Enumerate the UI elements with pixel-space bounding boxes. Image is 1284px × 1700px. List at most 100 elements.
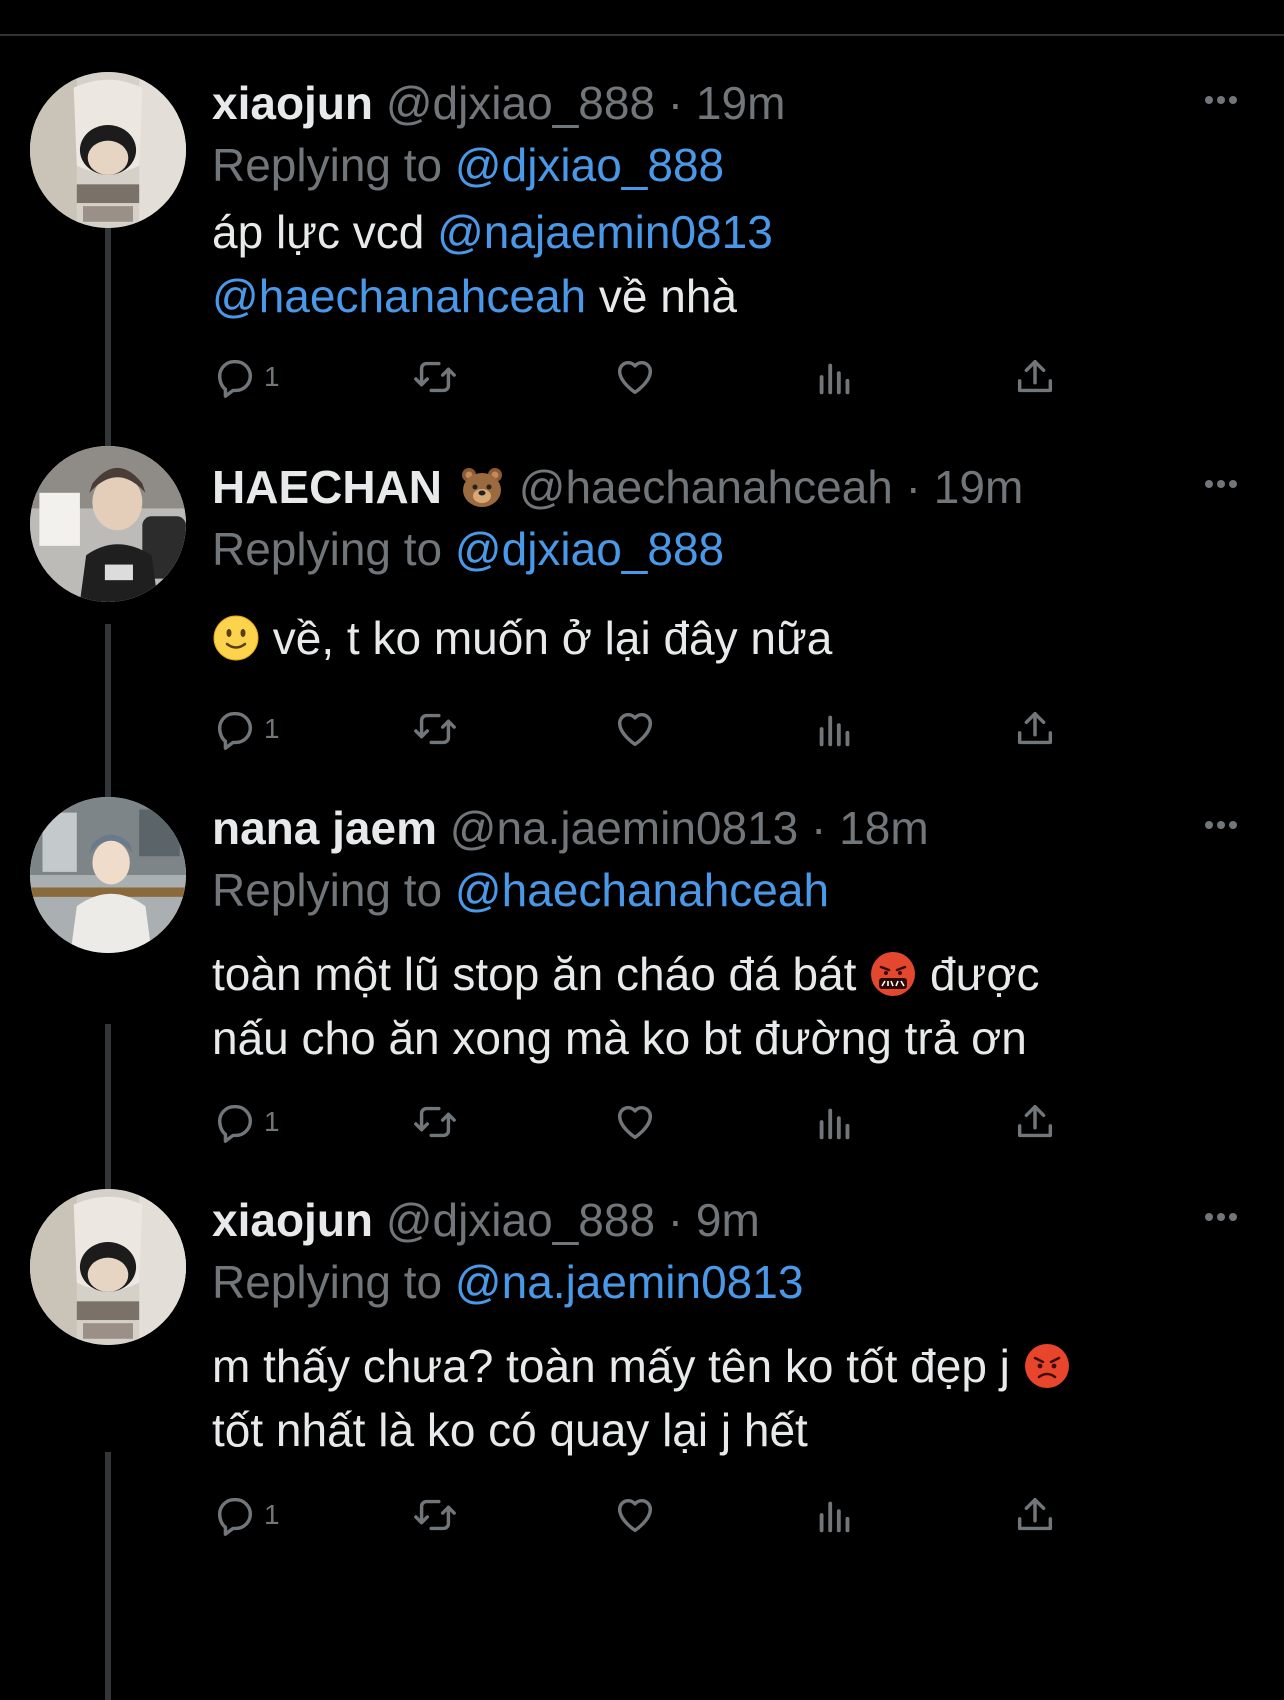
views-icon	[812, 1099, 858, 1145]
views-icon	[812, 354, 858, 400]
text-segment: được	[917, 948, 1040, 1000]
like-button[interactable]	[612, 347, 658, 407]
thread-line	[105, 1452, 111, 1700]
replying-to: Replying to @djxiao_888	[212, 518, 724, 580]
like-button[interactable]	[612, 699, 658, 759]
more-icon[interactable]	[1196, 1197, 1246, 1237]
share-icon	[1012, 1099, 1058, 1145]
views-button[interactable]	[812, 1092, 858, 1152]
retweet-icon	[412, 706, 458, 752]
display-name[interactable]: HAECHAN	[212, 461, 442, 513]
replying-to-label: Replying to	[212, 139, 443, 191]
more-icon[interactable]	[1196, 805, 1246, 845]
retweet-button[interactable]	[412, 1092, 458, 1152]
reply-icon	[212, 1099, 258, 1145]
tweet-text-line: @haechanahceah về nhà	[212, 264, 773, 328]
text-segment: tốt nhất là ko có quay lại j hết	[212, 1404, 808, 1456]
mention-link[interactable]: @haechanahceah	[212, 270, 586, 322]
reply-icon	[212, 706, 258, 752]
action-bar: 1	[212, 1092, 1132, 1152]
tweet-header: xiaojun @djxiao_888 · 9m	[212, 1189, 760, 1251]
share-button[interactable]	[1012, 347, 1058, 407]
avatar[interactable]	[30, 1189, 186, 1345]
views-button[interactable]	[812, 347, 858, 407]
text-segment: toàn một lũ stop ăn cháo đá bát	[212, 948, 870, 1000]
text-segment: về nhà	[586, 270, 738, 322]
more-icon[interactable]	[1196, 80, 1246, 120]
display-name[interactable]: xiaojun	[212, 77, 373, 129]
like-button[interactable]	[612, 1092, 658, 1152]
replying-to-mention[interactable]: @djxiao_888	[455, 139, 724, 191]
views-button[interactable]	[812, 699, 858, 759]
action-bar: 1	[212, 1485, 1132, 1545]
tweet-text-line: áp lực vcd @najaemin0813	[212, 200, 773, 264]
reply-count: 1	[264, 713, 280, 744]
bear-face-emoji	[458, 463, 506, 511]
retweet-icon	[412, 1099, 458, 1145]
separator-dot: ·	[655, 1194, 696, 1246]
retweet-icon	[412, 1492, 458, 1538]
display-name[interactable]: xiaojun	[212, 1194, 373, 1246]
tweet-header: nana jaem @na.jaemin0813 · 18m	[212, 797, 929, 859]
like-icon	[612, 354, 658, 400]
tweet-text: m thấy chưa? toàn mấy tên ko tốt đẹp j t…	[212, 1334, 1071, 1462]
reply-count: 1	[264, 361, 280, 392]
face-with-symbols-emoji	[869, 950, 917, 998]
timestamp[interactable]: 18m	[839, 802, 928, 854]
reply-button[interactable]: 1	[212, 347, 280, 407]
text-segment: nấu cho ăn xong mà ko bt đường trả ơn	[212, 1012, 1027, 1064]
separator-dot: ·	[798, 802, 840, 854]
retweet-button[interactable]	[412, 699, 458, 759]
top-divider	[0, 34, 1284, 36]
slightly-smiling-face-emoji	[212, 614, 260, 662]
replying-to: Replying to @na.jaemin0813	[212, 1251, 803, 1313]
tweet-text-line: nấu cho ăn xong mà ko bt đường trả ơn	[212, 1006, 1040, 1070]
reply-button[interactable]: 1	[212, 1485, 280, 1545]
tweet-text-line: m thấy chưa? toàn mấy tên ko tốt đẹp j	[212, 1334, 1071, 1398]
like-icon	[612, 1492, 658, 1538]
tweet-text: toàn một lũ stop ăn cháo đá bát được nấu …	[212, 942, 1040, 1070]
user-handle[interactable]: @haechanahceah	[519, 461, 893, 513]
tweet-text-line: tốt nhất là ko có quay lại j hết	[212, 1398, 1071, 1462]
avatar[interactable]	[30, 446, 186, 602]
user-handle[interactable]: @djxiao_888	[386, 77, 655, 129]
share-icon	[1012, 354, 1058, 400]
timestamp[interactable]: 19m	[934, 461, 1023, 513]
timestamp[interactable]: 9m	[696, 1194, 760, 1246]
replying-to-mention[interactable]: @haechanahceah	[455, 864, 829, 916]
views-button[interactable]	[812, 1485, 858, 1545]
tweet-text: về, t ko muốn ở lại đây nữa	[212, 606, 832, 670]
replying-to: Replying to @djxiao_888	[212, 134, 724, 196]
avatar[interactable]	[30, 72, 186, 228]
mention-link[interactable]: @najaemin0813	[437, 206, 773, 258]
reply-button[interactable]: 1	[212, 1092, 280, 1152]
retweet-icon	[412, 354, 458, 400]
views-icon	[812, 1492, 858, 1538]
reply-button[interactable]: 1	[212, 699, 280, 759]
retweet-button[interactable]	[412, 1485, 458, 1545]
share-button[interactable]	[1012, 1092, 1058, 1152]
like-button[interactable]	[612, 1485, 658, 1545]
replying-to-label: Replying to	[212, 864, 443, 916]
tweet-text-line: về, t ko muốn ở lại đây nữa	[212, 606, 832, 670]
retweet-button[interactable]	[412, 347, 458, 407]
timestamp[interactable]: 19m	[696, 77, 785, 129]
tweet-text: áp lực vcd @najaemin0813 @haechanahceah v…	[212, 200, 773, 328]
user-handle[interactable]: @djxiao_888	[386, 1194, 655, 1246]
text-segment: về, t ko muốn ở lại đây nữa	[260, 612, 833, 664]
reply-icon	[212, 1492, 258, 1538]
share-button[interactable]	[1012, 1485, 1058, 1545]
like-icon	[612, 1099, 658, 1145]
text-segment: áp lực vcd	[212, 206, 438, 258]
display-name[interactable]: nana jaem	[212, 802, 437, 854]
avatar[interactable]	[30, 797, 186, 953]
text-segment: m thấy chưa? toàn mấy tên ko tốt đẹp j	[212, 1340, 1023, 1392]
tweet-header: xiaojun @djxiao_888 · 19m	[212, 72, 785, 134]
more-icon[interactable]	[1196, 464, 1246, 504]
tweet-text-line: toàn một lũ stop ăn cháo đá bát được	[212, 942, 1040, 1006]
user-handle[interactable]: @na.jaemin0813	[450, 802, 798, 854]
action-bar: 1	[212, 699, 1132, 759]
share-button[interactable]	[1012, 699, 1058, 759]
replying-to-mention[interactable]: @djxiao_888	[455, 523, 724, 575]
replying-to-mention[interactable]: @na.jaemin0813	[455, 1256, 803, 1308]
